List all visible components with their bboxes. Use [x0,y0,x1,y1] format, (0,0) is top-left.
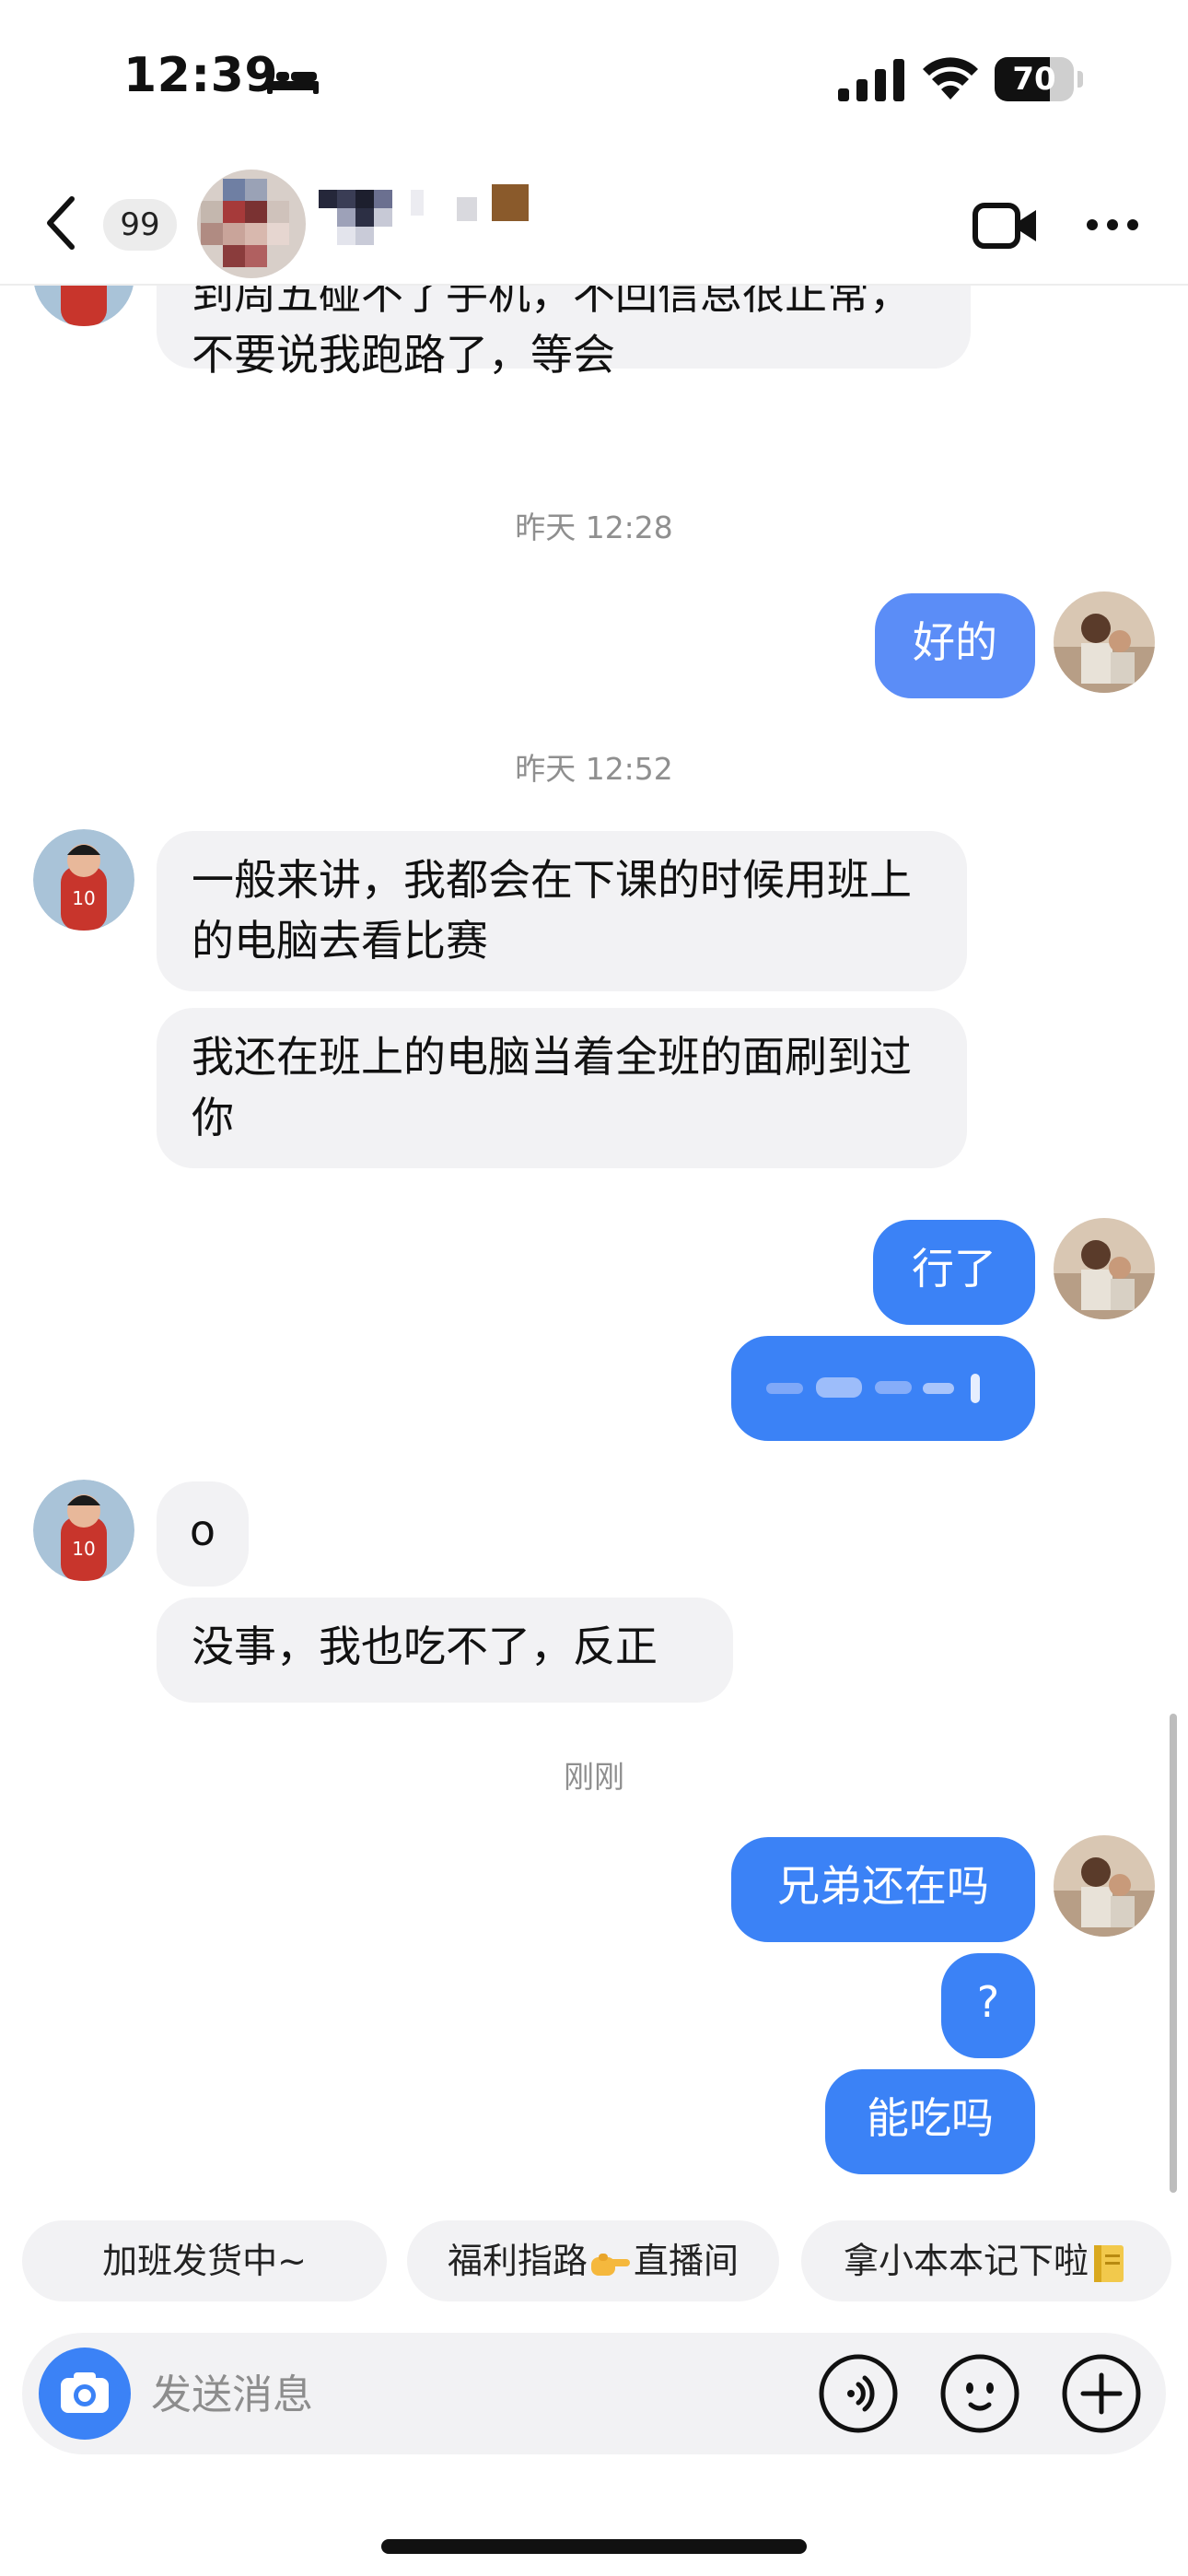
wifi-icon [923,57,978,100]
quick-reply-chip[interactable]: 福利指路 直播间 [407,2220,779,2301]
camera-icon [61,2372,109,2413]
outgoing-message[interactable]: 兄弟还在吗 [731,1837,1035,1942]
svg-text:10: 10 [72,887,95,909]
quick-reply-chip[interactable]: 加班发货中~ [22,2220,387,2301]
outgoing-message[interactable]: 能吃吗 [825,2069,1035,2174]
incoming-message[interactable]: 我还在班上的电脑当着全班的面刷到过你 [157,1008,967,1168]
chat-scrollbar[interactable] [1170,1714,1177,2193]
outgoing-message-blurred[interactable] [731,1336,1035,1441]
incoming-message[interactable]: 我先说一下，我因为学业原因，我周一到周五碰不了手机，不回信息很正常，不要说我跑路… [157,284,971,380]
battery-text: 70 [1012,61,1056,98]
timestamp: 刚刚 [564,1759,624,1795]
plus-icon[interactable] [1061,2353,1142,2434]
my-avatar[interactable] [1054,591,1155,693]
unread-count-badge[interactable]: 99 [103,199,177,251]
video-call-icon[interactable] [973,201,1039,251]
svg-text:10: 10 [72,1538,95,1560]
outgoing-message[interactable]: ? [941,1953,1035,2058]
more-icon[interactable] [1085,217,1140,232]
contact-message-avatar[interactable] [33,284,134,326]
contact-avatar[interactable] [197,170,306,278]
incoming-message[interactable]: o [157,1481,249,1587]
contact-message-avatar[interactable]: 10 [33,829,134,931]
incoming-message[interactable]: 没事，我也吃不了，反正 [157,1598,733,1703]
message-input-bar [22,2333,1166,2454]
status-time: 12:39 [123,48,279,103]
status-bar: 12:39 70 [0,0,1188,166]
outgoing-message[interactable]: 好的 [875,593,1035,698]
voice-icon[interactable] [818,2353,899,2434]
my-avatar[interactable] [1054,1218,1155,1319]
bed-icon [267,68,319,94]
quick-reply-chip[interactable]: 拿小本本记下啦 [801,2220,1171,2301]
camera-button[interactable] [39,2348,131,2440]
battery-icon: 70 [995,57,1085,101]
back-icon[interactable] [41,193,81,252]
contact-message-avatar[interactable]: 10 [33,1480,134,1581]
my-avatar[interactable] [1054,1835,1155,1937]
contact-name-pixelated[interactable] [319,182,540,258]
timestamp: 昨天 12:28 [515,509,673,545]
incoming-message[interactable]: 一般来讲，我都会在下课的时候用班上的电脑去看比赛 [157,831,967,991]
emoji-icon[interactable] [939,2353,1020,2434]
chat-header: 99 [0,166,1188,286]
message-input[interactable] [149,2351,798,2438]
chat-message-list[interactable]: 我先说一下，我因为学业原因，我周一到周五碰不了手机，不回信息很正常，不要说我跑路… [0,284,1188,2209]
outgoing-message[interactable]: 行了 [873,1220,1035,1325]
signal-icon [838,59,904,101]
home-indicator[interactable] [381,2539,807,2554]
pointing-hand-emoji [591,2253,630,2276]
notebook-emoji [1094,2244,1124,2282]
timestamp: 昨天 12:52 [515,751,673,787]
